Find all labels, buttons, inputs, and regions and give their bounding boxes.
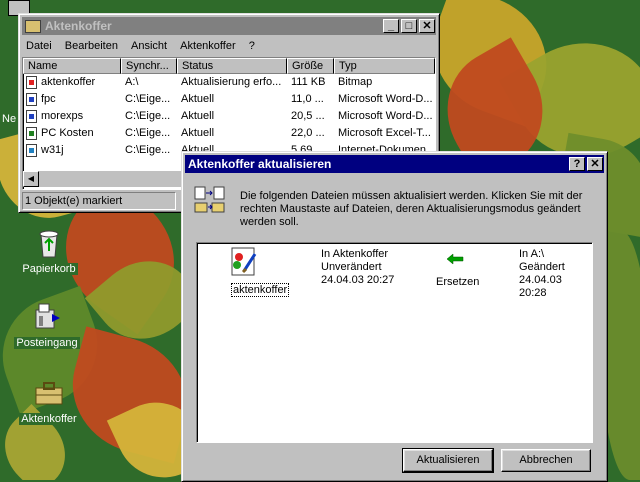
briefcase-icon: [25, 20, 41, 34]
table-row[interactable]: aktenkoffer A:\ Aktualisierung erfo... 111 …: [23, 74, 435, 91]
cell-name: aktenkoffer: [41, 76, 96, 88]
update-item-filename[interactable]: aktenkoffer: [231, 283, 290, 297]
help-button[interactable]: ?: [569, 157, 585, 171]
menu-aktenkoffer[interactable]: Aktenkoffer: [176, 36, 239, 56]
target-location: In A:\: [519, 248, 545, 260]
desktop-icon-briefcase[interactable]: Aktenkoffer: [14, 376, 84, 425]
cell-size: 111 KB: [291, 76, 326, 88]
menu-ansicht[interactable]: Ansicht: [127, 36, 171, 56]
briefcase-icon: [32, 376, 66, 410]
cancel-button[interactable]: Abbrechen: [501, 449, 591, 472]
desktop-icon-label: Posteingang: [14, 337, 80, 349]
desktop-icon-label: Aktenkoffer: [19, 413, 79, 425]
cell-name: w31j: [41, 144, 64, 156]
cell-sync: A:\: [125, 76, 139, 88]
cell-name: morexps: [41, 110, 84, 122]
source-info: In Aktenkoffer Unverändert 24.04.03 20:2…: [321, 248, 394, 287]
inbox-icon: [30, 300, 64, 334]
source-timestamp: 24.04.03 20:27: [321, 274, 395, 286]
desktop-icon-label: Papierkorb: [20, 263, 78, 275]
word-doc-icon: [26, 93, 37, 106]
cell-sync: C:\Eige...: [125, 110, 171, 122]
table-row[interactable]: fpc C:\Eige... Aktuell 11,0 ... Microsoft Wo…: [23, 91, 435, 108]
cell-type: Microsoft Word-D...: [338, 93, 433, 105]
recycle-bin-icon: [32, 226, 66, 260]
desktop-icon-inbox[interactable]: Posteingang: [12, 300, 82, 349]
dialog-titlebar[interactable]: Aktenkoffer aktualisieren ? ✕: [185, 155, 604, 173]
cell-type: Bitmap: [338, 76, 373, 88]
cell-size: 11,0 ...: [291, 93, 324, 105]
target-state: Geändert: [519, 261, 565, 273]
action-label[interactable]: Ersetzen: [436, 276, 479, 288]
column-header-size[interactable]: Größe: [287, 58, 334, 74]
minimize-button[interactable]: _: [383, 19, 399, 33]
briefcase-window-titlebar[interactable]: Aktenkoffer _ □ ✕: [22, 17, 436, 35]
target-timestamp: 24.04.03 20:28: [519, 274, 562, 299]
dialog-message: Die folgenden Dateien müssen aktualisier…: [240, 190, 583, 228]
target-info: In A:\ Geändert 24.04.03 20:28: [519, 248, 592, 300]
dialog-title: Aktenkoffer aktualisieren: [188, 157, 332, 171]
desktop-icon-partial-label: Ne: [0, 113, 19, 125]
menu-bearbeiten[interactable]: Bearbeiten: [61, 36, 122, 56]
word-doc-icon: [26, 110, 37, 123]
cell-name: fpc: [41, 93, 56, 105]
column-header-sync[interactable]: Synchr...: [121, 58, 177, 74]
table-row[interactable]: morexps C:\Eige... Aktuell 20,5 ... Microsof…: [23, 108, 435, 125]
cell-size: 22,0 ...: [291, 127, 325, 139]
sync-files-icon: [194, 185, 228, 217]
source-state: Unverändert: [321, 261, 382, 273]
update-briefcase-dialog: Aktenkoffer aktualisieren ? ✕ Die folgen…: [181, 151, 608, 482]
cell-status: Aktuell: [181, 110, 215, 122]
menu-help[interactable]: ?: [245, 36, 259, 56]
close-button[interactable]: ✕: [419, 19, 435, 33]
cell-type: Microsoft Excel-T...: [338, 127, 431, 139]
replace-arrow-icon: [445, 253, 465, 265]
cell-status: Aktuell: [181, 93, 215, 105]
cell-type: Microsoft Word-D...: [338, 110, 433, 122]
status-bar: 1 Objekt(e) markiert: [22, 192, 176, 210]
maximize-button[interactable]: □: [401, 19, 417, 33]
menu-datei[interactable]: Datei: [22, 36, 56, 56]
close-button[interactable]: ✕: [587, 157, 603, 171]
update-button[interactable]: Aktualisieren: [402, 448, 494, 473]
cell-sync: C:\Eige...: [125, 93, 171, 105]
column-header-status[interactable]: Status: [177, 58, 287, 74]
menu-bar: Datei Bearbeiten Ansicht Aktenkoffer ?: [22, 36, 436, 56]
cell-status: Aktualisierung erfo...: [181, 76, 282, 88]
cell-sync: C:\Eige...: [125, 127, 171, 139]
update-list[interactable]: aktenkoffer In Aktenkoffer Unverändert 2…: [196, 242, 593, 443]
paint-file-icon[interactable]: [227, 245, 263, 279]
column-header-name[interactable]: Name: [23, 58, 121, 74]
web-doc-icon: [26, 144, 37, 157]
cell-status: Aktuell: [181, 127, 215, 139]
cell-name: PC Kosten: [41, 127, 94, 139]
paint-file-icon: [26, 76, 37, 89]
cell-size: 20,5 ...: [291, 110, 325, 122]
desktop-icon-recycle-bin[interactable]: Papierkorb: [14, 226, 84, 275]
excel-doc-icon: [26, 127, 37, 140]
table-row[interactable]: PC Kosten C:\Eige... Aktuell 22,0 ... Micros…: [23, 125, 435, 142]
source-location: In Aktenkoffer: [321, 248, 389, 260]
scroll-left-button[interactable]: ◀: [23, 171, 39, 187]
window-title: Aktenkoffer: [45, 19, 112, 33]
cell-sync: C:\Eige...: [125, 144, 171, 156]
column-header-type[interactable]: Typ: [334, 58, 435, 74]
